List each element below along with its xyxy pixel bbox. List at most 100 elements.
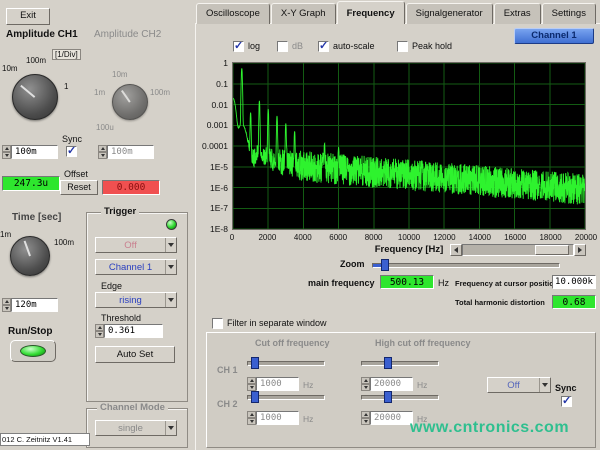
ch1-low-cutoff-value[interactable]: 1000	[256, 377, 299, 391]
spectrum-trace	[233, 63, 585, 229]
zoom-slider[interactable]	[372, 263, 560, 268]
ch1-high-cutoff-spinner[interactable]: 20000	[361, 377, 413, 391]
y-tick-label: 0.1	[216, 79, 228, 89]
filter-mode-dropdown[interactable]: Off	[487, 377, 551, 393]
scrollbar-thumb[interactable]	[535, 245, 569, 255]
amplitude-ch2-spinner[interactable]: 100m	[98, 145, 154, 159]
amplitude-ch2-knob[interactable]	[112, 84, 148, 120]
spinner-arrows[interactable]	[361, 411, 370, 425]
spectrum-plot[interactable]	[232, 62, 586, 230]
plot-scrollbar[interactable]	[450, 244, 586, 256]
run-stop-button[interactable]	[10, 340, 56, 362]
trigger-source-dropdown[interactable]: Channel 1	[95, 259, 177, 275]
db-checkbox[interactable]	[277, 41, 288, 52]
tab-signalgenerator[interactable]: Signalgenerator	[406, 3, 493, 24]
autoscale-checkbox[interactable]	[318, 41, 329, 52]
filter-window-checkbox[interactable]	[212, 318, 223, 329]
ch2-high-cutoff-value[interactable]: 20000	[370, 411, 413, 425]
slider-thumb[interactable]	[384, 357, 392, 369]
ch1-low-cutoff-spinner[interactable]: 1000	[247, 377, 299, 391]
cutoff-header: Cut off frequency	[255, 338, 330, 348]
chevron-down-icon[interactable]	[165, 421, 176, 435]
tab-extras[interactable]: Extras	[494, 3, 541, 24]
cursor-frequency-value: 10.000k	[552, 275, 596, 289]
ch1-high-cutoff-slider[interactable]	[361, 361, 439, 366]
time-knob[interactable]	[10, 236, 50, 276]
autoscale-label: auto-scale	[333, 41, 375, 51]
app-window: Exit Amplitude CH1 Amplitude CH2 [1/Div]…	[0, 0, 600, 450]
spinner-arrows[interactable]	[247, 411, 256, 425]
x-tick-label: 0	[212, 233, 252, 242]
filter-ch2-label: CH 2	[217, 399, 238, 409]
spinner-arrows[interactable]	[361, 377, 370, 391]
scroll-right-icon[interactable]	[574, 244, 586, 256]
filter-sync-checkbox[interactable]	[561, 396, 572, 407]
trigger-edge-value: rising	[96, 295, 165, 306]
y-tick-label: 1	[223, 58, 228, 68]
log-checkbox[interactable]	[233, 41, 244, 52]
ch2-low-cutoff-slider[interactable]	[247, 395, 325, 400]
amplitude-ch2-value[interactable]: 100m	[107, 145, 154, 159]
ch2-scale-100u: 100u	[96, 123, 114, 132]
spinner-arrows[interactable]	[247, 377, 256, 391]
scrollbar-track[interactable]	[462, 244, 574, 256]
ch1-scale-10m: 10m	[2, 64, 18, 73]
filter-ch1-label: CH 1	[217, 365, 238, 375]
tab-x-y-graph[interactable]: X-Y Graph	[271, 3, 336, 24]
x-axis-labels: 0200040006000800010000120001400016000180…	[232, 233, 586, 243]
ch1-low-cutoff-slider[interactable]	[247, 361, 325, 366]
ch1-scale-1: 1	[64, 82, 68, 91]
channel-select-button[interactable]: Channel 1	[514, 28, 594, 44]
knob-pointer	[121, 90, 131, 103]
y-axis-labels: 10.10.010.0010.00011E-51E-61E-71E-8	[196, 62, 230, 230]
slider-thumb[interactable]	[251, 357, 259, 369]
slider-thumb[interactable]	[251, 391, 259, 403]
peak-hold-checkbox[interactable]	[397, 41, 408, 52]
threshold-spinner[interactable]: 0.361	[95, 324, 163, 338]
y-tick-label: 0.001	[207, 120, 228, 130]
time-value[interactable]: 120m	[11, 298, 58, 312]
chevron-down-icon[interactable]	[165, 260, 176, 274]
chevron-down-icon[interactable]	[165, 238, 176, 252]
x-tick-label: 10000	[389, 233, 429, 242]
ch1-high-cutoff-value[interactable]: 20000	[370, 377, 413, 391]
tab-oscilloscope[interactable]: Oscilloscope	[196, 3, 270, 24]
exit-button[interactable]: Exit	[6, 8, 50, 25]
zoom-label: Zoom	[340, 259, 365, 269]
per-div-label: [1/Div]	[52, 49, 81, 60]
spinner-arrows[interactable]	[2, 298, 11, 312]
spinner-arrows[interactable]	[2, 145, 11, 159]
ch2-high-cutoff-slider[interactable]	[361, 395, 439, 400]
amplitude-ch1-value[interactable]: 100m	[11, 145, 58, 159]
amplitude-ch1-spinner[interactable]: 100m	[2, 145, 58, 159]
slider-thumb[interactable]	[384, 391, 392, 403]
amplitude-readout: 247.3u	[2, 176, 60, 191]
ch2-scale-100m: 100m	[150, 88, 170, 97]
filter-mode-value: Off	[488, 380, 539, 391]
y-tick-label: 0.01	[211, 100, 228, 110]
chevron-down-icon[interactable]	[539, 378, 550, 392]
chevron-down-icon[interactable]	[165, 293, 176, 307]
x-tick-label: 6000	[318, 233, 358, 242]
auto-set-button[interactable]: Auto Set	[95, 346, 175, 363]
amplitude-ch1-knob[interactable]	[12, 74, 58, 120]
time-spinner[interactable]: 120m	[2, 298, 58, 312]
run-led	[20, 345, 46, 357]
zoom-slider-thumb[interactable]	[381, 259, 389, 271]
trigger-edge-dropdown[interactable]: rising	[95, 292, 177, 308]
tab-settings[interactable]: Settings	[542, 3, 596, 24]
reset-button[interactable]: Reset	[60, 180, 98, 195]
tab-frequency[interactable]: Frequency	[337, 1, 405, 24]
sync-checkbox[interactable]	[66, 146, 77, 157]
threshold-value[interactable]: 0.361	[104, 324, 163, 338]
spinner-arrows[interactable]	[95, 324, 104, 338]
spinner-arrows[interactable]	[98, 145, 107, 159]
ch2-high-cutoff-spinner[interactable]: 20000	[361, 411, 413, 425]
channel-mode-frame: Channel Mode single	[86, 408, 188, 448]
time-scale-100m: 100m	[54, 238, 74, 247]
ch2-low-cutoff-spinner[interactable]: 1000	[247, 411, 299, 425]
channel-mode-dropdown[interactable]: single	[95, 420, 177, 436]
scroll-left-icon[interactable]	[450, 244, 462, 256]
ch2-low-cutoff-value[interactable]: 1000	[256, 411, 299, 425]
trigger-mode-dropdown[interactable]: Off	[95, 237, 177, 253]
